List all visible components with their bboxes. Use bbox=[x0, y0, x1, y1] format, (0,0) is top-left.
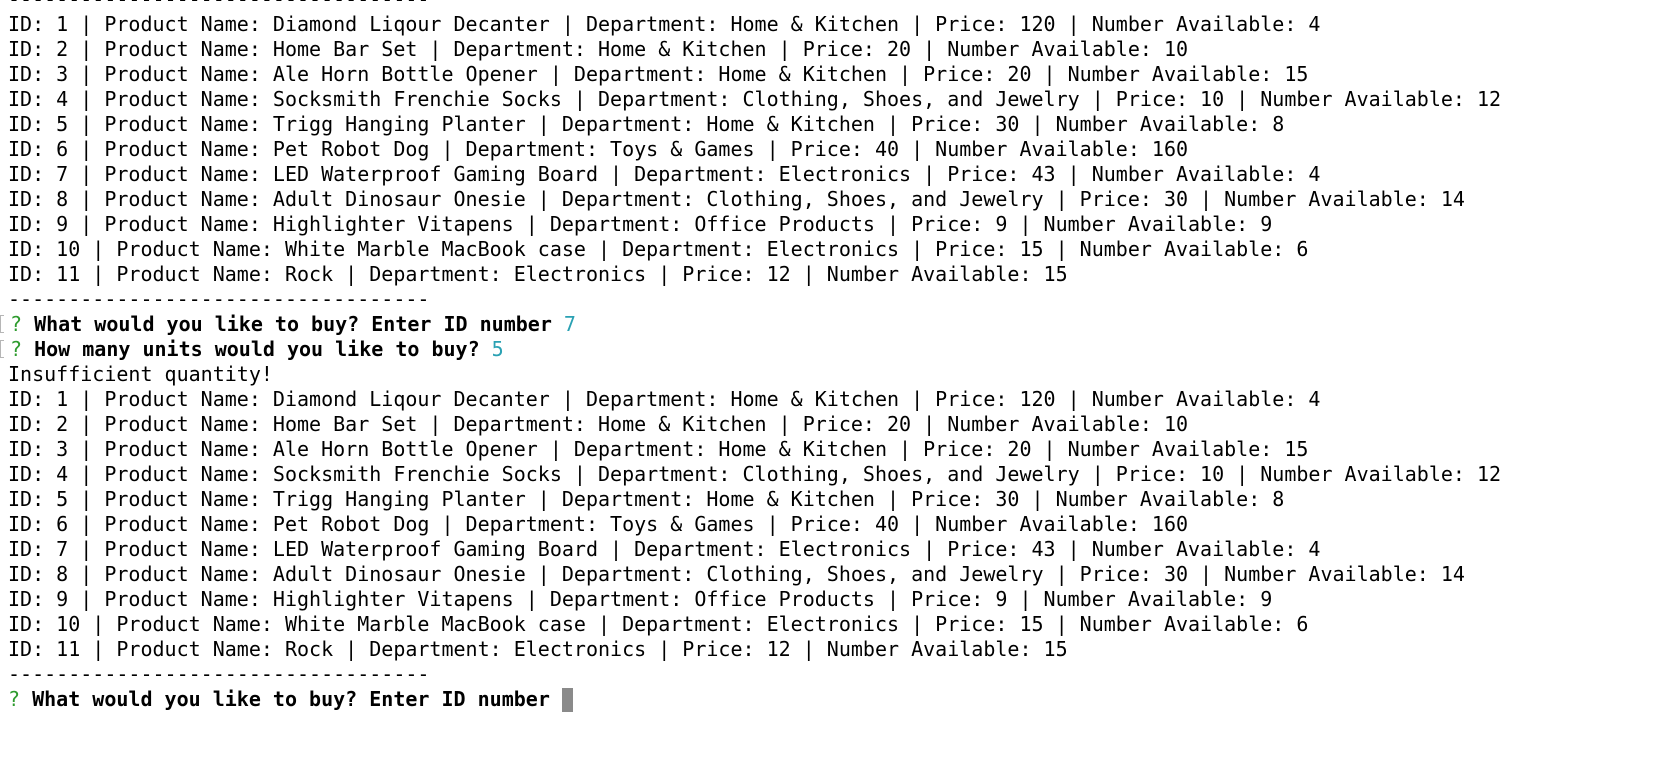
prompt-question-mark-icon: ? bbox=[8, 687, 21, 711]
buy-prompt-answer: 7 bbox=[563, 312, 576, 336]
separator-line: ----------------------------------- bbox=[0, 0, 1664, 12]
units-prompt-question: How many units would you like to buy? bbox=[34, 337, 480, 361]
product-line: ID: 5 | Product Name: Trigg Hanging Plan… bbox=[8, 487, 1285, 511]
product-line: ID: 1 | Product Name: Diamond Liqour Dec… bbox=[8, 12, 1321, 36]
prompt-bracket-icon bbox=[0, 315, 4, 333]
product-line: ID: 6 | Product Name: Pet Robot Dog | De… bbox=[8, 512, 1189, 536]
prompt-bracket-icon bbox=[0, 340, 4, 358]
product-line: ID: 6 | Product Name: Pet Robot Dog | De… bbox=[8, 137, 1189, 161]
product-line: ID: 1 | Product Name: Diamond Liqour Dec… bbox=[8, 387, 1321, 411]
prompt-question-mark-icon: ? bbox=[10, 337, 23, 361]
product-line: ID: 11 | Product Name: Rock | Department… bbox=[8, 637, 1068, 661]
product-line: ID: 7 | Product Name: LED Waterproof Gam… bbox=[8, 162, 1321, 186]
product-line: ID: 2 | Product Name: Home Bar Set | Dep… bbox=[8, 37, 1189, 61]
product-line: ID: 11 | Product Name: Rock | Department… bbox=[8, 262, 1068, 286]
product-line: ID: 3 | Product Name: Ale Horn Bottle Op… bbox=[8, 437, 1309, 461]
product-line: ID: 5 | Product Name: Trigg Hanging Plan… bbox=[8, 112, 1285, 136]
buy-prompt-line: ? What would you like to buy? Enter ID n… bbox=[0, 312, 1664, 337]
product-line: ID: 7 | Product Name: LED Waterproof Gam… bbox=[8, 537, 1321, 561]
product-line: ID: 9 | Product Name: Highlighter Vitape… bbox=[8, 212, 1273, 236]
separator-line: ----------------------------------- bbox=[8, 662, 430, 686]
product-line: ID: 4 | Product Name: Socksmith Frenchie… bbox=[8, 462, 1502, 486]
buy-prompt-question: What would you like to buy? Enter ID num… bbox=[34, 312, 552, 336]
product-line: ID: 9 | Product Name: Highlighter Vitape… bbox=[8, 587, 1273, 611]
error-message: Insufficient quantity! bbox=[8, 362, 273, 386]
product-line: ID: 3 | Product Name: Ale Horn Bottle Op… bbox=[8, 62, 1309, 86]
product-line: ID: 8 | Product Name: Adult Dinosaur One… bbox=[8, 562, 1465, 586]
separator-line: ----------------------------------- bbox=[8, 287, 430, 311]
units-prompt-answer: 5 bbox=[491, 337, 504, 361]
prompt-question-mark-icon: ? bbox=[10, 312, 23, 336]
product-line: ID: 2 | Product Name: Home Bar Set | Dep… bbox=[8, 412, 1189, 436]
terminal-window[interactable]: ----------------------------------- ID: … bbox=[0, 0, 1664, 766]
product-line: ID: 4 | Product Name: Socksmith Frenchie… bbox=[8, 87, 1502, 111]
text-cursor[interactable] bbox=[561, 688, 573, 712]
product-line: ID: 10 | Product Name: White Marble MacB… bbox=[8, 237, 1309, 261]
product-line: ID: 8 | Product Name: Adult Dinosaur One… bbox=[8, 187, 1465, 211]
units-prompt-line: ? How many units would you like to buy? … bbox=[0, 337, 1664, 362]
product-line: ID: 10 | Product Name: White Marble MacB… bbox=[8, 612, 1309, 636]
active-prompt-line[interactable]: ? What would you like to buy? Enter ID n… bbox=[0, 687, 1664, 712]
active-prompt-question: What would you like to buy? Enter ID num… bbox=[32, 687, 550, 711]
